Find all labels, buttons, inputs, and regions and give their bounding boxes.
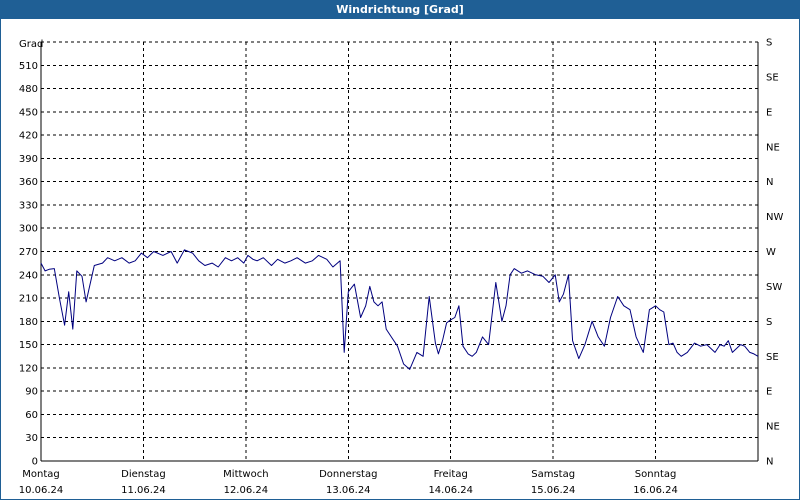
y-tick-label: 330 <box>19 200 38 211</box>
y2-tick-label: E <box>766 107 772 118</box>
x-tick-day-label: Sonntag <box>635 469 677 480</box>
y2-tick-label: N <box>766 177 773 188</box>
y-tick-label: 150 <box>19 340 38 351</box>
y-tick-label: 480 <box>19 84 38 95</box>
y2-tick-label: N <box>766 457 773 468</box>
chart-window: Windrichtung [Grad] Grad 0 30 60 90 120 150 18… <box>0 0 800 500</box>
x-tick-date-label: 15.06.24 <box>531 485 576 496</box>
y-tick-label: 120 <box>19 363 38 374</box>
y-tick-label: 300 <box>19 224 38 235</box>
y2-tick-label: SE <box>766 72 779 83</box>
y-tick-label: 30 <box>25 433 38 444</box>
y2-tick-label: W <box>766 247 776 258</box>
y2-tick-label: SW <box>766 282 782 293</box>
y-tick-label: 60 <box>25 410 38 421</box>
x-tick-day-label: Montag <box>22 469 59 480</box>
y-tick-label: 420 <box>19 131 38 142</box>
x-tick-date-label: 12.06.24 <box>224 485 269 496</box>
y2-tick-label: NE <box>766 422 780 433</box>
x-axis-ticks: Montag 10.06.24 Dienstag 11.06.24 Mittwoch 12… <box>19 469 678 496</box>
y-tick-label: 210 <box>19 294 38 305</box>
x-tick-date-label: 11.06.24 <box>121 485 166 496</box>
y-tick-label: 270 <box>19 247 38 258</box>
wind-direction-chart: Grad 0 30 60 90 120 150 180 210 240 270 300 330 360 3… <box>19 38 784 497</box>
x-tick-date-label: 14.06.24 <box>428 485 473 496</box>
y-tick-label: 0 <box>32 457 38 468</box>
y-tick-label: 90 <box>25 387 38 398</box>
x-tick-day-label: Freitag <box>434 469 468 480</box>
axes <box>40 42 759 462</box>
y2-tick-label: NE <box>766 142 780 153</box>
wind-direction-series-line <box>40 249 759 370</box>
x-tick-date-label: 10.06.24 <box>19 485 64 496</box>
y-tick-label: 180 <box>19 317 38 328</box>
y-axis-ticks: 0 30 60 90 120 150 180 210 240 270 300 330 360 390 420… <box>19 61 38 468</box>
x-tick-date-label: 13.06.24 <box>326 485 371 496</box>
y-tick-label: 510 <box>19 61 38 72</box>
y-tick-label: 240 <box>19 270 38 281</box>
x-tick-date-label: 16.06.24 <box>633 485 678 496</box>
y-tick-label: 390 <box>19 154 38 165</box>
x-tick-day-label: Dienstag <box>121 469 166 480</box>
x-tick-day-label: Samstag <box>531 469 575 480</box>
y2-tick-label: S <box>766 317 772 328</box>
x-tick-day-label: Donnerstag <box>319 469 377 480</box>
y2-tick-label: S <box>766 38 772 49</box>
y-tick-label: 450 <box>19 107 38 118</box>
x-tick-day-label: Mittwoch <box>223 469 268 480</box>
y2-axis-ticks: N NE E SE S SW W NW N NE E SE S <box>766 38 783 468</box>
series-layer <box>40 249 759 370</box>
grid-lines <box>41 41 758 461</box>
y-axis-label: Grad <box>19 39 43 50</box>
y2-tick-label: NW <box>766 212 783 223</box>
y-tick-label: 360 <box>19 177 38 188</box>
y2-tick-label: SE <box>766 352 779 363</box>
y2-tick-label: E <box>766 387 772 398</box>
